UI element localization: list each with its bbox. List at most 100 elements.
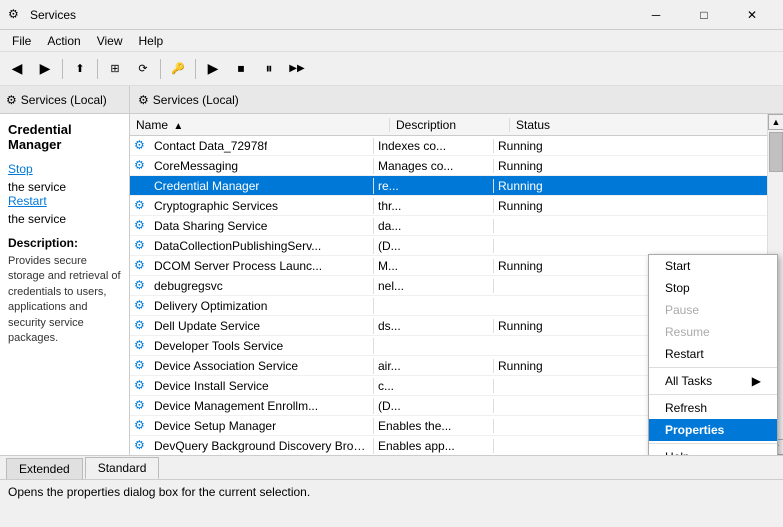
- service-icon: ⚙: [134, 138, 150, 154]
- toolbar-sep-4: [195, 59, 196, 79]
- toolbar: ◀ ▶ ⬆ ⊞ ⟳ 🔑 ▶ ⏹ ⏸ ▶▶: [0, 52, 783, 86]
- row-desc-cell: ds...: [374, 319, 494, 333]
- service-icon: ⚙: [134, 398, 150, 414]
- service-name: Data Sharing Service: [154, 219, 267, 233]
- scroll-up-button[interactable]: ▲: [768, 114, 783, 130]
- context-menu-item[interactable]: Start: [649, 255, 777, 277]
- row-desc-cell: Manages co...: [374, 159, 494, 173]
- table-header: Name ▲ Description Status: [130, 114, 783, 136]
- stop-service-link[interactable]: Stop: [8, 162, 121, 176]
- toolbar-play[interactable]: ▶: [200, 56, 226, 82]
- service-icon: ⚙: [134, 438, 150, 454]
- left-panel-icon: ⚙: [6, 93, 17, 107]
- row-desc-cell: da...: [374, 219, 494, 233]
- context-menu-item: Pause: [649, 299, 777, 321]
- ctx-item-label: All Tasks: [665, 374, 712, 388]
- toolbar-pause[interactable]: ⏸: [256, 56, 282, 82]
- row-status-cell: Running: [494, 179, 574, 193]
- context-menu-item[interactable]: Properties: [649, 419, 777, 441]
- menu-view[interactable]: View: [89, 32, 131, 50]
- stop-suffix: the service: [8, 180, 66, 194]
- row-name-cell: ⚙ Device Association Service: [130, 358, 374, 374]
- table-row[interactable]: ⚙ Data Sharing Service da...: [130, 216, 783, 236]
- table-row[interactable]: ⚙ Cryptographic Services thr... Running: [130, 196, 783, 216]
- toolbar-show-hide[interactable]: ⊞: [102, 56, 128, 82]
- toolbar-up[interactable]: ⬆: [67, 56, 93, 82]
- title-bar-text: Services: [30, 8, 633, 22]
- table-row[interactable]: ⚙ Credential Manager re... Running: [130, 176, 783, 196]
- row-name-cell: ⚙ Device Management Enrollm...: [130, 398, 374, 414]
- service-icon: ⚙: [134, 338, 150, 354]
- menu-action[interactable]: Action: [39, 32, 88, 50]
- status-text: Opens the properties dialog box for the …: [8, 485, 310, 499]
- row-status-cell: Running: [494, 159, 574, 173]
- service-icon: ⚙: [134, 178, 150, 194]
- service-name: Cryptographic Services: [154, 199, 278, 213]
- table-row[interactable]: ⚙ DataCollectionPublishingServ... (D...: [130, 236, 783, 256]
- service-name: DCOM Server Process Launc...: [154, 259, 322, 273]
- table-row[interactable]: ⚙ Contact Data_72978f Indexes co... Runn…: [130, 136, 783, 156]
- row-name-cell: ⚙ Data Sharing Service: [130, 218, 374, 234]
- toolbar-refresh[interactable]: ⟳: [130, 56, 156, 82]
- service-icon: ⚙: [134, 378, 150, 394]
- right-panel-icon: ⚙: [138, 93, 149, 107]
- table-row[interactable]: ⚙ CoreMessaging Manages co... Running: [130, 156, 783, 176]
- right-panel: ⚙ Services (Local) Name ▲ Description St…: [130, 86, 783, 455]
- service-name: Contact Data_72978f: [154, 139, 267, 153]
- tab-extended[interactable]: Extended: [6, 458, 83, 479]
- row-name-cell: ⚙ Credential Manager: [130, 178, 374, 194]
- title-bar: ⚙ Services ─ □ ✕: [0, 0, 783, 30]
- row-name-cell: ⚙ Contact Data_72978f: [130, 138, 374, 154]
- context-menu-separator: [649, 443, 777, 444]
- toolbar-back[interactable]: ◀: [4, 56, 30, 82]
- row-desc-cell: c...: [374, 379, 494, 393]
- scrollbar-thumb[interactable]: [769, 132, 783, 172]
- sort-arrow: ▲: [173, 121, 183, 132]
- service-icon: ⚙: [134, 358, 150, 374]
- restart-service-link[interactable]: Restart: [8, 194, 121, 208]
- context-menu-item[interactable]: All Tasks ▶: [649, 370, 777, 392]
- service-icon: ⚙: [134, 198, 150, 214]
- service-name: DevQuery Background Discovery Broker: [154, 439, 369, 453]
- row-name-cell: ⚙ debugregsvc: [130, 278, 374, 294]
- col-header-name[interactable]: Name ▲: [130, 118, 390, 132]
- title-bar-controls: ─ □ ✕: [633, 1, 775, 29]
- row-name-cell: ⚙ Dell Update Service: [130, 318, 374, 334]
- row-name-cell: ⚙ Device Install Service: [130, 378, 374, 394]
- row-desc-cell: (D...: [374, 399, 494, 413]
- context-menu-separator: [649, 394, 777, 395]
- service-name: Device Association Service: [154, 359, 298, 373]
- context-menu-item[interactable]: Refresh: [649, 397, 777, 419]
- row-name-cell: ⚙ Cryptographic Services: [130, 198, 374, 214]
- context-menu-item[interactable]: Help: [649, 446, 777, 455]
- row-desc-cell: (D...: [374, 239, 494, 253]
- service-name: Developer Tools Service: [154, 339, 283, 353]
- main-layout: ⚙ Services (Local) Credential Manager St…: [0, 86, 783, 455]
- col-header-desc[interactable]: Description: [390, 118, 510, 132]
- toolbar-stop[interactable]: ⏹: [228, 56, 254, 82]
- toolbar-sep-3: [160, 59, 161, 79]
- context-menu-item[interactable]: Stop: [649, 277, 777, 299]
- menu-help[interactable]: Help: [131, 32, 172, 50]
- row-name-cell: ⚙ Delivery Optimization: [130, 298, 374, 314]
- tab-standard[interactable]: Standard: [85, 457, 160, 479]
- toolbar-sep-1: [62, 59, 63, 79]
- maximize-button[interactable]: □: [681, 1, 727, 29]
- service-name: CoreMessaging: [154, 159, 238, 173]
- toolbar-restart[interactable]: ▶▶: [284, 56, 310, 82]
- service-icon: ⚙: [134, 278, 150, 294]
- row-desc-cell: Enables the...: [374, 419, 494, 433]
- context-menu-item[interactable]: Restart: [649, 343, 777, 365]
- service-name: debugregsvc: [154, 279, 223, 293]
- col-header-status[interactable]: Status: [510, 118, 590, 132]
- restart-suffix: the service: [8, 212, 66, 226]
- service-icon: ⚙: [134, 418, 150, 434]
- toolbar-sep-2: [97, 59, 98, 79]
- toolbar-forward[interactable]: ▶: [32, 56, 58, 82]
- toolbar-key[interactable]: 🔑: [165, 56, 191, 82]
- menu-file[interactable]: File: [4, 32, 39, 50]
- menu-bar: File Action View Help: [0, 30, 783, 52]
- minimize-button[interactable]: ─: [633, 1, 679, 29]
- close-button[interactable]: ✕: [729, 1, 775, 29]
- status-bar: Opens the properties dialog box for the …: [0, 479, 783, 503]
